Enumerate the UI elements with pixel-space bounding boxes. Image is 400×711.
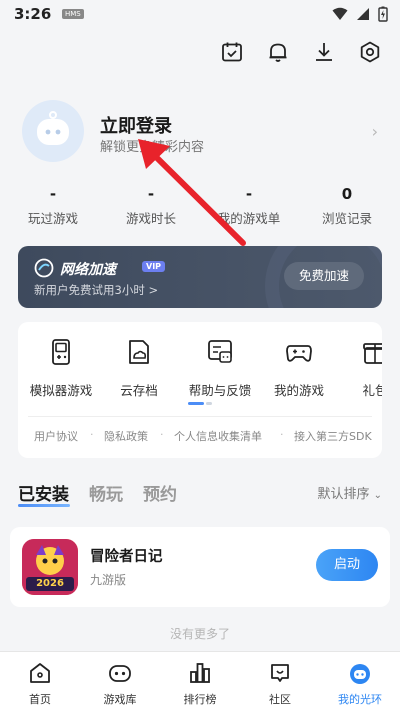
nav-ranking[interactable]: 排行榜 xyxy=(160,652,240,711)
banner-subtitle[interactable]: 新用户免费试用3小时 > xyxy=(34,282,158,298)
settings-button[interactable] xyxy=(358,40,382,64)
gamepad-icon xyxy=(286,345,312,362)
stat-value: - xyxy=(245,185,253,203)
tool-label: 云存档 xyxy=(120,383,158,398)
game-tabs: 已安装 畅玩 预约 默认排序 ⌄ xyxy=(18,480,382,507)
login-profile-row[interactable]: 立即登录 解锁更多精彩内容 › xyxy=(22,100,382,164)
stat-browse-history[interactable]: 0 浏览记录 xyxy=(297,185,397,227)
nav-label: 排行榜 xyxy=(183,693,217,706)
stat-game-lists[interactable]: - 我的游戏单 xyxy=(199,185,299,227)
help-feedback-icon xyxy=(208,340,232,363)
tab-reservation[interactable]: 预约 xyxy=(143,480,177,505)
link-separator: · xyxy=(160,428,164,441)
wifi-icon xyxy=(332,7,348,20)
tool-label: 模拟器游戏 xyxy=(29,383,93,398)
third-party-sdk-link[interactable]: 接入第三方SDK xyxy=(294,428,372,444)
calendar-check-icon xyxy=(222,42,242,62)
community-icon xyxy=(271,664,289,682)
tool-label: 礼包 xyxy=(362,383,382,398)
nav-community[interactable]: 社区 xyxy=(240,652,320,711)
stat-played-games[interactable]: - 玩过游戏 xyxy=(3,185,103,227)
stat-label: 我的游戏单 xyxy=(217,211,281,226)
nav-game-library[interactable]: 游戏库 xyxy=(80,652,160,711)
stat-value: - xyxy=(49,185,57,203)
nav-label: 首页 xyxy=(29,693,51,706)
carrier-badge: HMS xyxy=(62,9,84,19)
legal-links: 用户协议 · 隐私政策 · 个人信息收集清单 · 接入第三方SDK xyxy=(18,422,382,448)
sort-label: 默认排序 xyxy=(317,487,370,502)
tool-label: 帮助与反馈 xyxy=(188,383,252,398)
tool-my-games[interactable]: 我的游戏 xyxy=(256,338,342,399)
vip-badge: VIP xyxy=(142,261,166,272)
stat-label: 玩过游戏 xyxy=(27,211,78,226)
bell-icon xyxy=(269,43,287,62)
carousel-indicator-active xyxy=(188,402,204,405)
game-icon-year: 2026 xyxy=(36,578,64,589)
stat-value: 0 xyxy=(341,185,353,203)
tool-help-feedback[interactable]: 帮助与反馈 xyxy=(177,338,263,399)
tool-label: 我的游戏 xyxy=(273,383,324,398)
game-subtitle: 九游版 xyxy=(90,573,127,587)
tab-installed[interactable]: 已安装 xyxy=(18,480,69,505)
home-icon xyxy=(30,663,50,683)
game-library-icon xyxy=(109,665,131,682)
nav-label: 我的光环 xyxy=(338,693,382,706)
carousel-indicator xyxy=(206,402,212,405)
nav-label: 游戏库 xyxy=(103,693,137,706)
login-subtitle: 解锁更多精彩内容 xyxy=(100,140,205,155)
top-toolbar xyxy=(220,40,382,64)
profile-halo-icon xyxy=(350,664,370,684)
cloud-save-icon xyxy=(129,340,149,364)
download-button[interactable] xyxy=(312,40,336,64)
sort-dropdown[interactable]: 默认排序 ⌄ xyxy=(317,483,382,502)
notification-button[interactable] xyxy=(266,40,290,64)
bottom-nav: 首页 游戏库 排行榜 社区 我的光环 xyxy=(0,651,400,711)
link-separator: · xyxy=(90,428,94,441)
accelerate-logo-icon xyxy=(34,258,54,278)
login-title: 立即登录 xyxy=(100,116,172,137)
ranking-icon xyxy=(190,663,210,683)
status-time: 3:26 xyxy=(14,5,52,23)
battery-icon xyxy=(378,6,388,22)
nav-label: 社区 xyxy=(269,693,291,706)
network-accelerate-banner[interactable]: 网络加速 VIP 新用户免费试用3小时 > 免费加速 xyxy=(18,246,382,308)
installed-game-card[interactable]: 2026 冒险者日记 九游版 启动 xyxy=(10,527,390,607)
gear-icon xyxy=(360,41,380,63)
tool-gift[interactable]: 礼包 xyxy=(332,338,382,399)
stat-play-time[interactable]: - 游戏时长 xyxy=(101,185,201,227)
privacy-policy-link[interactable]: 隐私政策 xyxy=(104,428,148,444)
avatar xyxy=(22,100,84,162)
link-separator: · xyxy=(280,428,284,441)
download-icon xyxy=(316,43,332,61)
banner-title: 网络加速 xyxy=(60,262,116,278)
default-avatar-icon xyxy=(37,111,69,145)
game-name: 冒险者日记 xyxy=(90,549,163,565)
no-more-text: 没有更多了 xyxy=(169,627,230,641)
game-app-icon: 2026 xyxy=(22,539,78,595)
stats-row: - 玩过游戏 - 游戏时长 - 我的游戏单 0 浏览记录 xyxy=(0,185,400,229)
tab-play[interactable]: 畅玩 xyxy=(89,480,123,505)
launch-button[interactable]: 启动 xyxy=(316,549,378,581)
active-tab-indicator xyxy=(18,504,70,507)
personal-info-list-link[interactable]: 个人信息收集清单 xyxy=(174,428,262,444)
status-icons xyxy=(332,6,388,22)
tools-card: 模拟器游戏 云存档 帮助与反馈 我的游戏 礼包 用户协议 · 隐私政策 · 个人… xyxy=(18,322,382,458)
stat-value: - xyxy=(147,185,155,203)
user-agreement-link[interactable]: 用户协议 xyxy=(34,428,78,444)
nav-my-halo[interactable]: 我的光环 xyxy=(320,652,400,711)
gameboy-icon xyxy=(52,339,70,365)
signal-icon xyxy=(357,8,369,20)
free-accelerate-button[interactable]: 免费加速 xyxy=(284,262,364,290)
stat-label: 浏览记录 xyxy=(321,211,372,226)
tool-emulator-games[interactable]: 模拟器游戏 xyxy=(18,338,104,399)
divider xyxy=(28,416,372,417)
calendar-checkin-button[interactable] xyxy=(220,40,244,64)
chevron-right-icon: › xyxy=(371,122,378,141)
nav-home[interactable]: 首页 xyxy=(0,652,80,711)
status-bar: 3:26 HMS xyxy=(0,0,400,30)
tool-cloud-save[interactable]: 云存档 xyxy=(96,338,182,399)
stat-label: 游戏时长 xyxy=(125,211,176,226)
chevron-down-icon: ⌄ xyxy=(373,490,382,501)
gift-icon xyxy=(363,343,382,364)
